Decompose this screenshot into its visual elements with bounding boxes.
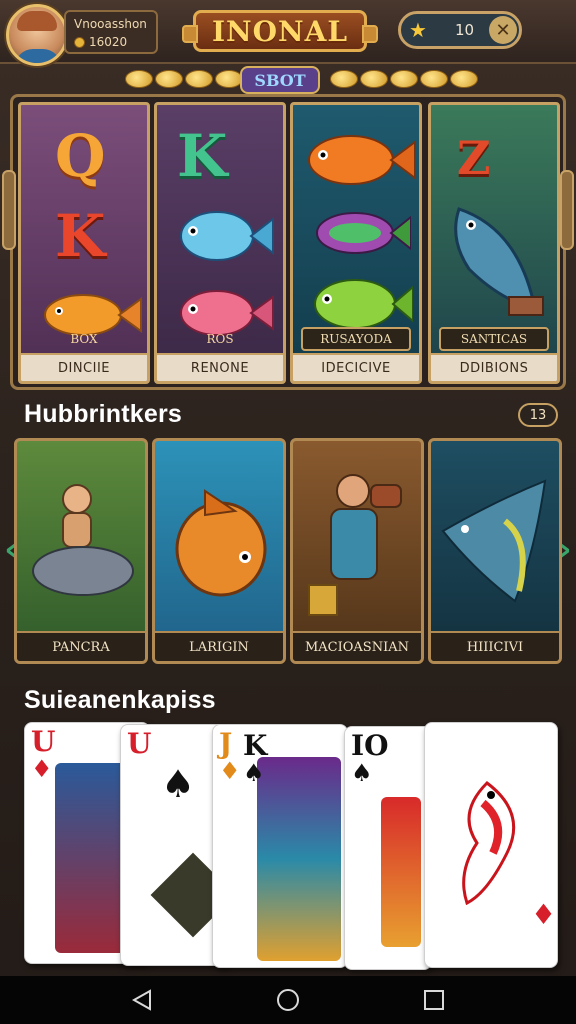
- hub-card-4-caption: HIIICIVI: [431, 631, 559, 661]
- orange-fish-icon: [308, 135, 416, 185]
- game-logo: INONAL: [182, 10, 378, 52]
- reel-symbol-k: K: [55, 202, 106, 270]
- playing-card-4[interactable]: IO ♠: [344, 726, 432, 970]
- reel-3-caption: IDECICIVE: [293, 353, 419, 381]
- card-3-fish-artwork: [257, 757, 341, 961]
- android-navigation-bar: [0, 976, 576, 1024]
- hub-card-2-caption: LARIGIN: [155, 631, 283, 661]
- reel-symbol-q: Q: [55, 122, 106, 190]
- card-4-artwork: [381, 797, 421, 947]
- coin-balance: 16020: [89, 35, 128, 49]
- slot-reel-3[interactable]: RUSAYODA IDECICIVE: [290, 102, 422, 384]
- card-3-rank: J: [219, 727, 233, 760]
- fisherman-riding-fish-icon: [32, 484, 134, 596]
- card-2-rank: U: [127, 727, 152, 760]
- reel-1-caption: DINCIIE: [21, 353, 147, 381]
- slot-label: SBOT: [240, 66, 320, 94]
- player-avatar[interactable]: [6, 4, 68, 66]
- hub-card-1[interactable]: PANCRA: [14, 438, 148, 664]
- username: Vnooasshon: [74, 17, 147, 31]
- diamond-suit-icon: ♦: [31, 755, 53, 783]
- blue-fish-icon: [180, 211, 274, 261]
- warrior-character-icon: [308, 474, 402, 616]
- card-1-rank: U: [31, 725, 56, 758]
- slot-right-handle[interactable]: [560, 170, 574, 250]
- top-bar: Vnooasshon 16020 INONAL ★ 10 ✕: [0, 0, 576, 66]
- user-info-box[interactable]: Vnooasshon 16020: [64, 10, 158, 54]
- swordfish-icon: [441, 479, 547, 603]
- home-icon[interactable]: [276, 988, 300, 1012]
- card-3-suit-icon: ♦: [219, 757, 241, 785]
- reel-1-plate: BOX: [70, 332, 98, 346]
- reel-2-caption: RENONE: [157, 353, 283, 381]
- avatar-shirt: [15, 49, 61, 63]
- rainbow-fish-icon: [316, 212, 411, 254]
- hub-card-3-caption: MACIOASNIAN: [293, 631, 421, 661]
- star-balance-value: 10: [454, 21, 475, 39]
- hub-section-title: Hubbrintkers: [24, 400, 182, 428]
- recents-icon[interactable]: [422, 988, 446, 1012]
- hub-card-4[interactable]: HIIICIVI: [428, 438, 562, 664]
- hub-card-1-caption: PANCRA: [17, 631, 145, 661]
- card-4-rank: IO: [351, 729, 389, 762]
- close-button[interactable]: ✕: [489, 16, 517, 44]
- avatar-hair: [17, 11, 57, 31]
- reel-2-plate: ROS: [206, 332, 234, 346]
- spade-suit-icon: ♠: [161, 762, 196, 806]
- reel-symbol-z: Z: [457, 131, 491, 185]
- hub-count-badge[interactable]: 13: [518, 403, 558, 427]
- star-icon: ★: [409, 18, 427, 42]
- slot-reel-4[interactable]: Z SANTICAS DDIBIONS: [428, 102, 560, 384]
- playing-card-3[interactable]: J ♦ K ♠: [212, 724, 348, 968]
- reel-symbol-k-green: K: [177, 122, 228, 190]
- slot-reel-1[interactable]: Q K BOX DINCIIE: [18, 102, 150, 384]
- hub-card-2[interactable]: LARIGIN: [152, 438, 286, 664]
- star-balance-pill[interactable]: ★ 10 ✕: [398, 11, 522, 49]
- coin-pile-left: [125, 70, 243, 92]
- reel-3-plate: RUSAYODA: [301, 327, 411, 351]
- slot-reel-2[interactable]: K ROS RENONE: [154, 102, 286, 384]
- playing-card-5[interactable]: ♦: [424, 722, 558, 968]
- reel-4-plate: SANTICAS: [439, 327, 549, 351]
- cards-section-title: Suieanenkapiss: [24, 686, 216, 714]
- hub-card-3[interactable]: MACIOASNIAN: [290, 438, 424, 664]
- reel-4-caption: DDIBIONS: [431, 353, 557, 381]
- coin-pile-right: [330, 70, 478, 92]
- coin-icon: [74, 36, 85, 48]
- koi-fish-icon: [462, 781, 516, 906]
- back-icon[interactable]: [130, 988, 154, 1012]
- big-catfish-icon: [454, 207, 544, 316]
- card-3-second-rank: K: [243, 729, 268, 762]
- card-4-spade-icon: ♠: [351, 759, 373, 787]
- card-3-spade-icon: ♠: [243, 759, 265, 787]
- golden-carp-icon: [175, 489, 267, 597]
- slot-left-handle[interactable]: [2, 170, 16, 250]
